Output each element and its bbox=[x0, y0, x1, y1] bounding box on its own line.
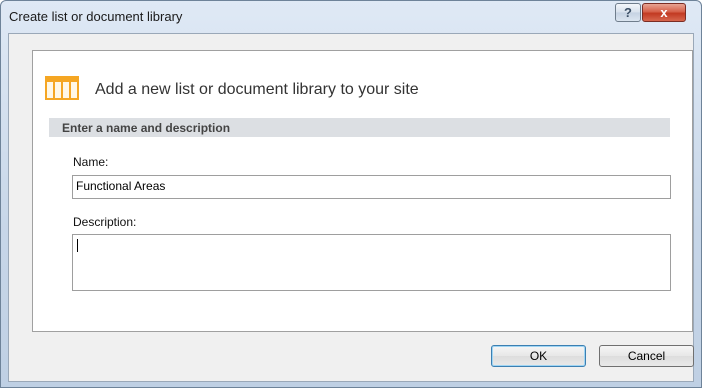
header-text: Add a new list or document library to yo… bbox=[95, 81, 419, 98]
section-header: Enter a name and description bbox=[49, 118, 670, 137]
close-icon: x bbox=[660, 5, 668, 20]
ok-button-label: OK bbox=[529, 349, 548, 363]
description-input[interactable] bbox=[72, 234, 671, 291]
name-input[interactable]: Functional Areas bbox=[72, 175, 671, 199]
name-value: Functional Areas bbox=[76, 179, 166, 193]
ok-button[interactable]: OK bbox=[491, 345, 586, 367]
title-bar[interactable]: Create list or document library ? x bbox=[1, 1, 701, 33]
cancel-button[interactable]: Cancel bbox=[599, 345, 694, 367]
dialog-window: Create list or document library ? x Add … bbox=[0, 0, 702, 388]
help-button[interactable]: ? bbox=[615, 3, 641, 22]
content-panel: Add a new list or document library to yo… bbox=[32, 50, 693, 332]
text-caret bbox=[77, 239, 78, 252]
window-title: Create list or document library bbox=[9, 9, 183, 24]
close-button[interactable]: x bbox=[642, 3, 686, 22]
name-label: Name: bbox=[73, 155, 109, 169]
description-label: Description: bbox=[73, 215, 137, 229]
cancel-button-label: Cancel bbox=[627, 349, 666, 363]
dialog-body: Add a new list or document library to yo… bbox=[8, 33, 694, 382]
help-icon: ? bbox=[624, 5, 632, 20]
section-title: Enter a name and description bbox=[62, 121, 231, 135]
list-icon bbox=[45, 76, 79, 100]
